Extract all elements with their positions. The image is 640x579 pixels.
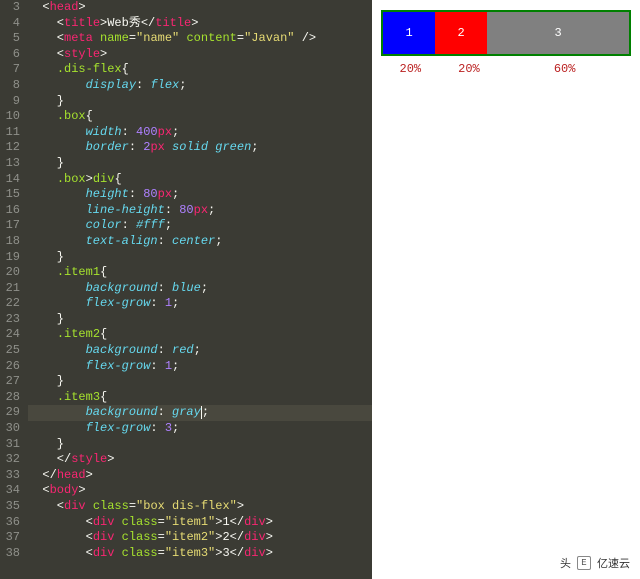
preview-pane: 123 20%20%60% 头 E 亿速云: [372, 0, 640, 579]
flex-item-2: 2: [435, 12, 487, 54]
watermark-head: 头: [560, 555, 571, 571]
percent-label-2: 20%: [440, 62, 499, 76]
percent-row: 20%20%60%: [381, 62, 631, 76]
percent-label-3: 60%: [498, 62, 631, 76]
watermark-site: 亿速云: [597, 555, 630, 571]
app-root: 3 4 5 6 7 8 9 10 11 12 13 14 15 16 17 18…: [0, 0, 640, 579]
watermark: 头 E 亿速云: [560, 555, 630, 571]
code-editor[interactable]: 3 4 5 6 7 8 9 10 11 12 13 14 15 16 17 18…: [0, 0, 372, 579]
flex-item-1: 1: [383, 12, 435, 54]
line-number-gutter: 3 4 5 6 7 8 9 10 11 12 13 14 15 16 17 18…: [0, 0, 28, 579]
flex-box: 123: [381, 10, 631, 56]
logo-icon: E: [577, 556, 591, 570]
flex-item-3: 3: [487, 12, 629, 54]
code-content[interactable]: <head> <title>Web秀</title> <meta name="n…: [28, 0, 372, 579]
percent-label-1: 20%: [381, 62, 440, 76]
